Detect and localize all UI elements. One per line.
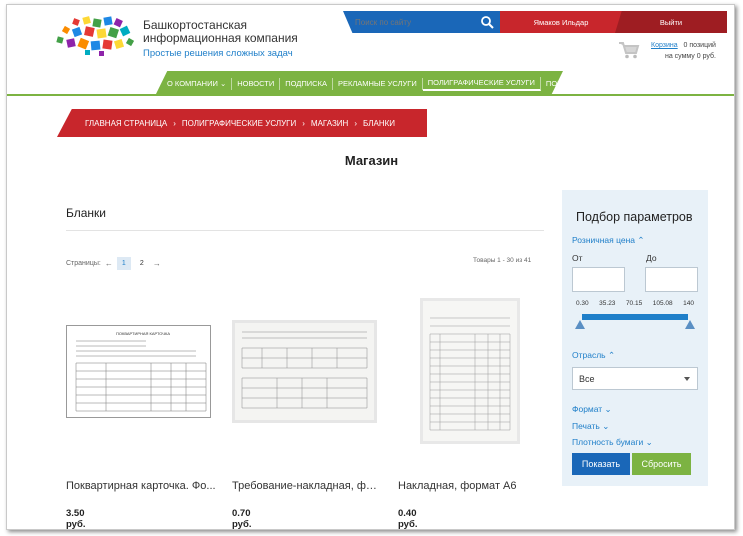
- product-name[interactable]: Накладная, формат А6: [398, 480, 548, 492]
- nav-item-company[interactable]: О КОМПАНИИ ⌄: [162, 77, 233, 90]
- search-input[interactable]: [355, 15, 473, 29]
- company-logo[interactable]: [49, 13, 139, 57]
- nav-item-news[interactable]: НОВОСТИ: [232, 77, 281, 90]
- price-range-max-handle[interactable]: [685, 320, 695, 329]
- breadcrumb-forms: БЛАНКИ: [363, 118, 396, 128]
- category-title: Бланки: [66, 206, 106, 220]
- brand-name[interactable]: Башкортостанская информационная компания…: [143, 19, 298, 60]
- industry-select[interactable]: Все: [572, 367, 698, 390]
- filter-retail-price-toggle[interactable]: Розничная цена ⌃: [572, 235, 645, 246]
- price-scale: 0.30 35.23 70.15 105.08 140: [576, 300, 694, 307]
- tick-label: 70.15: [625, 300, 643, 307]
- breadcrumb-separator: ›: [354, 118, 357, 128]
- prev-page-arrow[interactable]: ←: [105, 259, 113, 268]
- items-count: Товары 1 - 30 из 41: [473, 257, 532, 264]
- price-range-track[interactable]: [582, 314, 688, 320]
- product-name[interactable]: Требование-накладная, фор...: [232, 480, 382, 492]
- nav-item-printing[interactable]: ПОЛИГРАФИЧЕСКИЕ УСЛУГИ: [422, 76, 541, 91]
- nav-item-subscription[interactable]: ПОДПИСКА: [280, 77, 333, 90]
- document-heading: ПОКВАРТИРНАЯ КАРТОЧКА: [116, 331, 170, 336]
- tick-label: 105.08: [652, 300, 673, 307]
- search-bar: [343, 11, 500, 33]
- filter-panel: Подбор параметров Розничная цена ⌃ От До…: [562, 190, 708, 486]
- main-nav: О КОМПАНИИ ⌄ НОВОСТИ ПОДПИСКА РЕКЛАМНЫЕ …: [155, 71, 563, 96]
- breadcrumb-shop[interactable]: МАГАЗИН: [311, 119, 348, 128]
- breadcrumb-printing[interactable]: ПОЛИГРАФИЧЕСКИЕ УСЛУГИ: [182, 119, 296, 128]
- page-1-button[interactable]: 1: [116, 257, 131, 270]
- filter-print-toggle[interactable]: Печать ⌄: [572, 421, 609, 432]
- breadcrumb: ГЛАВНАЯ СТРАНИЦА › ПОЛИГРАФИЧЕСКИЕ УСЛУГ…: [57, 109, 427, 137]
- breadcrumb-separator: ›: [302, 118, 305, 128]
- filter-density-toggle[interactable]: Плотность бумаги ⌄: [572, 437, 653, 448]
- brand-slogan: Простые решения сложных задач: [143, 48, 293, 59]
- filter-industry-toggle[interactable]: Отрасль ⌃: [572, 350, 615, 361]
- product-image[interactable]: ПОКВАРТИРНАЯ КАРТОЧКА: [66, 325, 211, 418]
- brand-line-2: информационная компания: [143, 31, 298, 45]
- nav-item-help[interactable]: ПОМОЩЬ ⌄: [541, 78, 563, 90]
- tick-label: 140: [683, 300, 694, 307]
- price-to-label: До: [646, 253, 657, 263]
- browser-page: Башкортостанская информационная компания…: [6, 4, 735, 530]
- price-range-min-handle[interactable]: [575, 320, 585, 329]
- price-to-input[interactable]: [645, 267, 698, 292]
- breadcrumb-separator: ›: [173, 118, 176, 128]
- cart-info: Корзина 0 позиций на сумму 0 руб.: [651, 40, 716, 62]
- product-price: 0.40 руб.: [398, 508, 418, 530]
- tick-label: 0.30: [576, 300, 589, 307]
- show-button[interactable]: Показать: [572, 453, 630, 475]
- cart-sum: на сумму 0 руб.: [664, 53, 716, 60]
- reset-button[interactable]: Сбросить: [632, 453, 691, 475]
- breadcrumb-home[interactable]: ГЛАВНАЯ СТРАНИЦА: [85, 119, 167, 128]
- page-2-button[interactable]: 2: [135, 257, 149, 270]
- price-from-input[interactable]: [572, 267, 625, 292]
- next-page-arrow[interactable]: →: [153, 259, 161, 268]
- chevron-down-icon: [684, 377, 690, 381]
- search-icon[interactable]: [480, 15, 494, 29]
- pagination-label: Страницы:: [66, 260, 101, 267]
- cart-icon[interactable]: [618, 41, 640, 59]
- filter-title: Подбор параметров: [576, 210, 693, 224]
- pagination: Страницы: ← 1 2 →: [66, 257, 161, 270]
- tick-label: 35.23: [599, 300, 616, 307]
- user-profile-button[interactable]: Ямаков Ильдар: [500, 11, 622, 33]
- product-image[interactable]: [420, 298, 520, 444]
- product-image[interactable]: [232, 320, 377, 423]
- nav-item-advertising[interactable]: РЕКЛАМНЫЕ УСЛУГИ: [333, 77, 423, 90]
- product-price: 0.70 руб.: [232, 508, 252, 530]
- product-price: 3.50 руб.: [66, 508, 86, 530]
- divider: [66, 230, 544, 231]
- cart-count: 0 позиций: [683, 42, 716, 49]
- price-from-label: От: [572, 253, 583, 263]
- product-name[interactable]: Поквартирная карточка. Фо...: [66, 480, 216, 492]
- filter-format-toggle[interactable]: Формат ⌄: [572, 404, 612, 415]
- cart-link[interactable]: Корзина: [651, 42, 678, 49]
- logout-button[interactable]: Выйти: [615, 11, 727, 33]
- page-title: Магазин: [344, 153, 399, 168]
